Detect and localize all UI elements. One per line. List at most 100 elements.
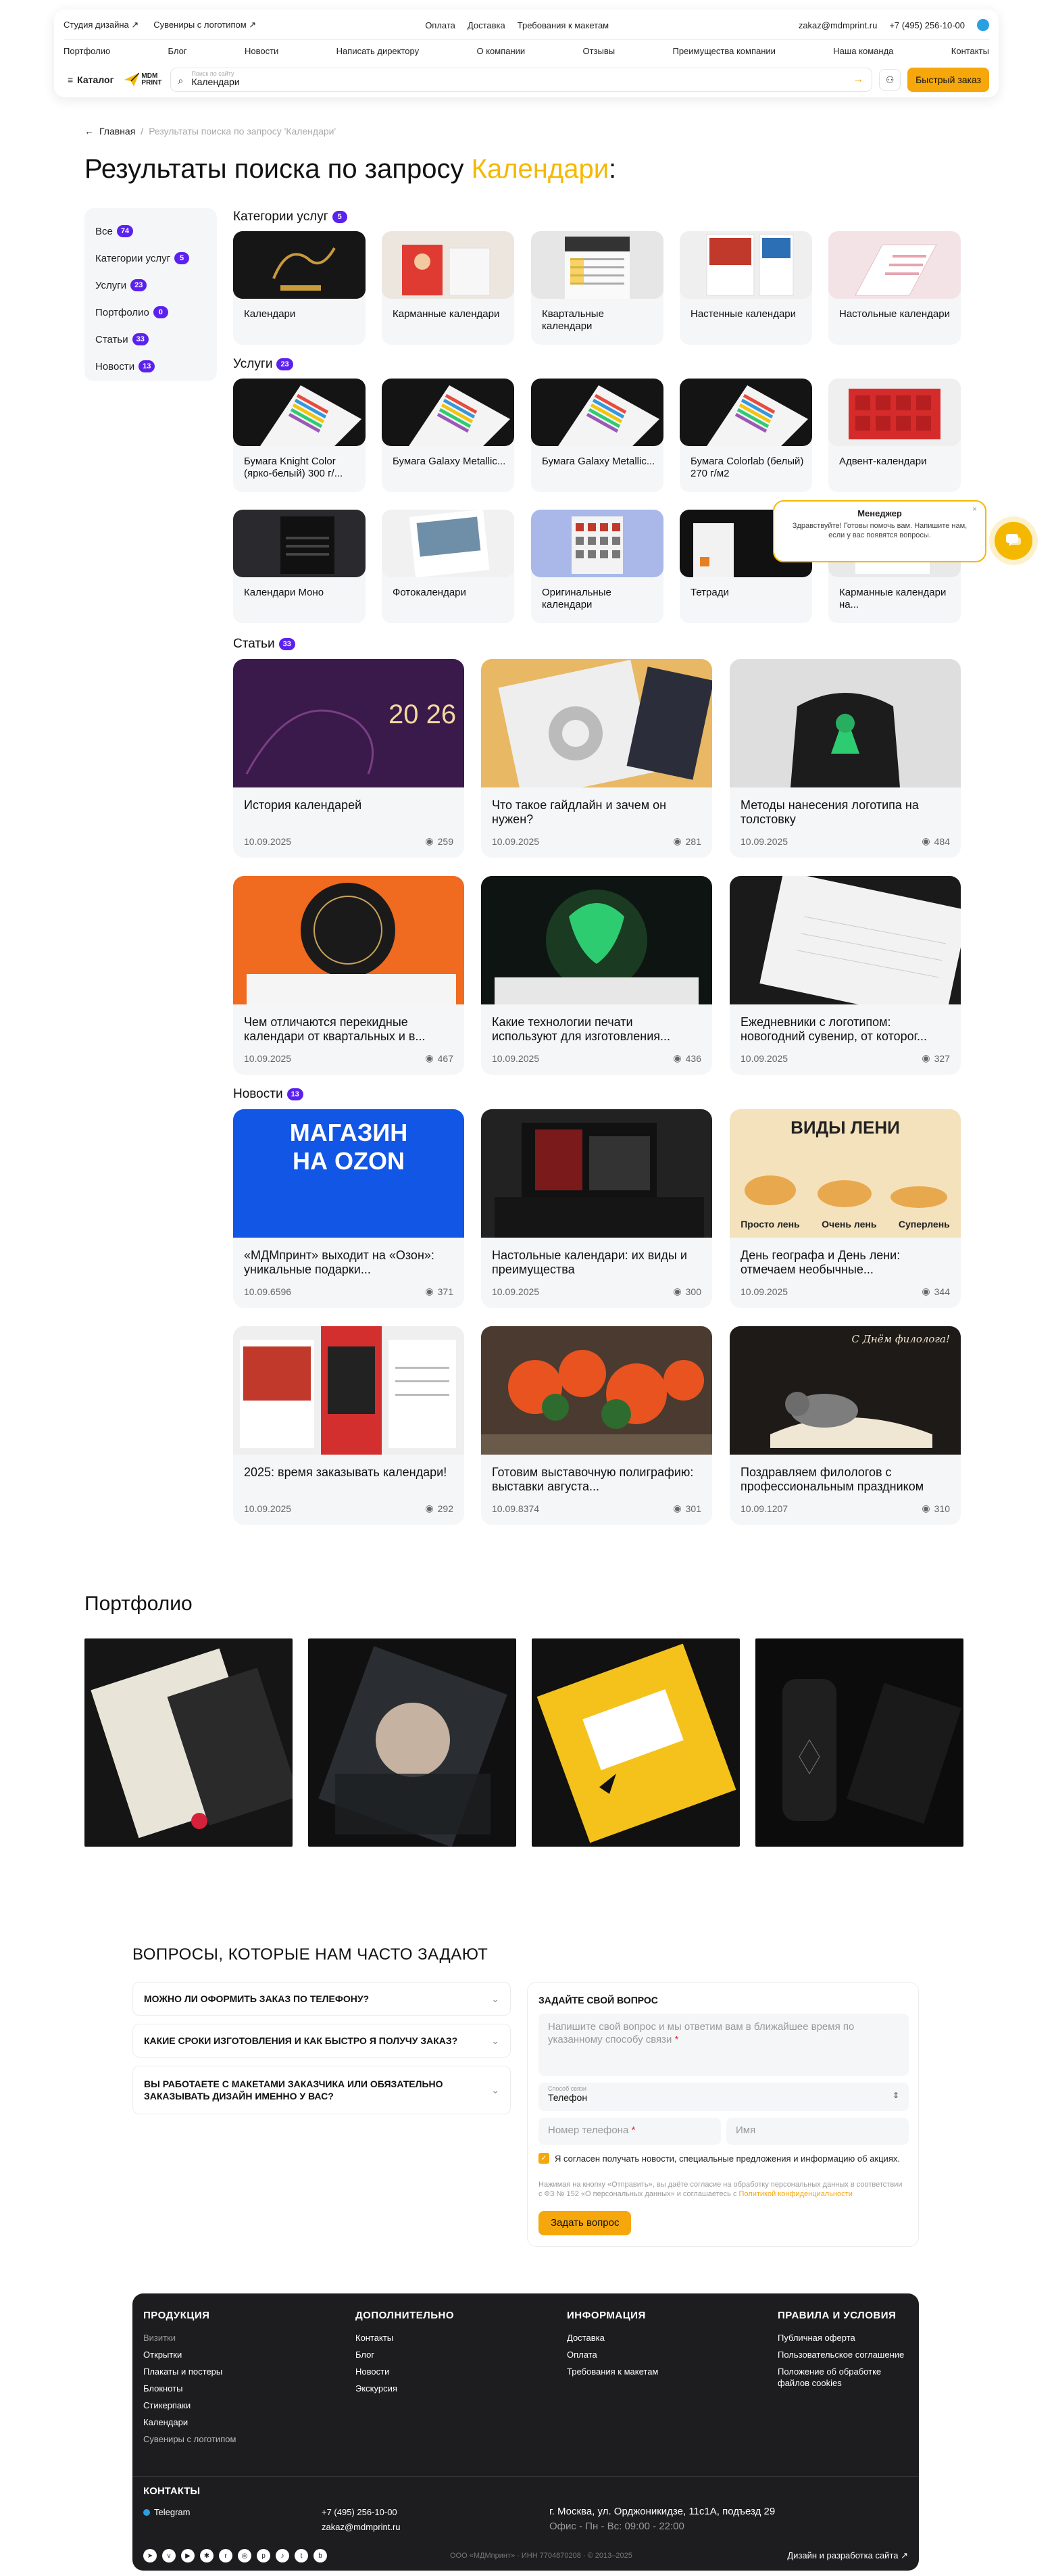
filter-services[interactable]: Услуги 23 [95, 272, 206, 299]
news-card[interactable]: Настольные календари: их виды и преимуще… [481, 1109, 712, 1308]
filter-news[interactable]: Новости 13 [95, 353, 206, 380]
behance-icon[interactable]: b [313, 2549, 327, 2562]
telegram-icon[interactable]: ➤ [143, 2549, 157, 2562]
nav-write-director[interactable]: Написать директору [336, 46, 419, 56]
chat-popup[interactable]: Менеджер Здравствуйте! Готовы помочь вам… [773, 500, 986, 562]
footer-link[interactable]: Блог [355, 2346, 454, 2363]
telegram-contact[interactable]: Telegram [143, 2507, 190, 2517]
nav-advantages[interactable]: Преимущества компании [672, 46, 775, 56]
phone-field[interactable]: Номер телефона * [538, 2118, 721, 2145]
submit-question-button[interactable]: Задать вопрос [538, 2211, 632, 2235]
phone-link[interactable]: +7 (495) 256-10-00 [889, 20, 965, 30]
youtube-icon[interactable]: ▶ [181, 2549, 195, 2562]
service-card[interactable]: Бумага Colorlab (белый) 270 г/м2 [680, 379, 812, 492]
user-icon[interactable]: ⚇ [879, 69, 901, 91]
service-card[interactable]: Бумага Galaxy Metallic... [382, 379, 514, 492]
article-card[interactable]: Какие технологии печати используют для и… [481, 876, 712, 1075]
delivery-link[interactable]: Доставка [468, 20, 505, 30]
portfolio-item[interactable] [308, 1638, 516, 1847]
nav-about[interactable]: О компании [476, 46, 525, 56]
category-card[interactable]: Календари [233, 231, 366, 345]
filter-all[interactable]: Все 74 [95, 218, 206, 245]
search-input[interactable]: Календари [191, 76, 239, 87]
footer-link[interactable]: Стикерпаки [143, 2397, 236, 2414]
news-card[interactable]: 2025: время заказывать календари! 10.09.… [233, 1326, 464, 1525]
footer-link[interactable]: Требования к макетам [567, 2363, 658, 2380]
service-card[interactable]: Бумага Knight Color (ярко-белый) 300 г/.… [233, 379, 366, 492]
nav-portfolio[interactable]: Портфолио [64, 46, 110, 56]
faq-item[interactable]: Вы работаете с макетами заказчика или об… [132, 2066, 511, 2114]
article-card[interactable]: Чем отличаются перекидные календари от к… [233, 876, 464, 1075]
article-card[interactable]: Что такое гайдлайн и зачем он нужен? 10.… [481, 659, 712, 858]
footer-link[interactable]: Оплата [567, 2346, 658, 2363]
pinterest-icon[interactable]: p [257, 2549, 270, 2562]
footer-link[interactable]: Публичная оферта [778, 2329, 913, 2346]
dzen-icon[interactable]: ✱ [200, 2549, 214, 2562]
service-card[interactable]: Календари Моно [233, 510, 366, 623]
telegram-icon[interactable] [977, 19, 989, 31]
filter-articles[interactable]: Статьи 33 [95, 326, 206, 353]
nav-team[interactable]: Наша команда [833, 46, 893, 56]
portfolio-item[interactable] [532, 1638, 740, 1847]
article-card[interactable]: Ежедневники с логотипом: новогодний суве… [730, 876, 961, 1075]
footer-email[interactable]: zakaz@mdmprint.ru [322, 2522, 401, 2532]
footer-phone[interactable]: +7 (495) 256-10-00 [322, 2507, 397, 2517]
site-logo[interactable]: MDM PRINT [124, 70, 164, 89]
footer-link[interactable]: Контакты [355, 2329, 454, 2346]
vk-icon[interactable]: v [162, 2549, 176, 2562]
footer-link[interactable]: Новости [355, 2363, 454, 2380]
portfolio-item[interactable] [84, 1638, 293, 1847]
tiktok-icon[interactable]: ♪ [276, 2549, 289, 2562]
rutube-icon[interactable]: r [219, 2549, 232, 2562]
payment-link[interactable]: Оплата [425, 20, 455, 30]
consent-checkbox[interactable]: ✓ [538, 2153, 549, 2164]
footer-link[interactable]: Открытки [143, 2346, 236, 2363]
news-card[interactable]: ВИДЫ ЛЕНИ Просто лень Очень лень Суперле… [730, 1109, 961, 1308]
question-textarea[interactable]: Напишите свой вопрос и мы ответим вам в … [538, 2014, 909, 2076]
portfolio-item[interactable] [755, 1638, 963, 1847]
email-link[interactable]: zakaz@mdmprint.ru [799, 20, 878, 30]
quick-order-button[interactable]: Быстрый заказ [907, 68, 989, 92]
filter-categories[interactable]: Категории услуг 5 [95, 245, 206, 272]
footer-link[interactable]: Блокноты [143, 2380, 236, 2397]
service-card[interactable]: Бумага Galaxy Metallic... [531, 379, 663, 492]
nav-reviews[interactable]: Отзывы [583, 46, 616, 56]
search-field[interactable]: ⌕ Поиск по сайту Календари → [170, 68, 873, 92]
footer-link[interactable]: Плакаты и постеры [143, 2363, 236, 2380]
footer-link[interactable]: Визитки [143, 2329, 236, 2346]
instagram-icon[interactable]: ◎ [238, 2549, 251, 2562]
footer-link[interactable]: Экскурсия [355, 2380, 454, 2397]
contact-method-select[interactable]: Способ связи Телефон ⇕ [538, 2083, 909, 2111]
nav-news[interactable]: Новости [245, 46, 278, 56]
nav-blog[interactable]: Блог [168, 46, 187, 56]
catalog-button[interactable]: ≡ Каталог [64, 69, 118, 91]
back-arrow-icon[interactable]: ← [84, 126, 94, 137]
name-field[interactable]: Имя [726, 2118, 909, 2145]
footer-link[interactable]: Доставка [567, 2329, 658, 2346]
category-card[interactable]: Квартальные календари [531, 231, 663, 345]
category-card[interactable]: Настенные календари [680, 231, 812, 345]
footer-link[interactable]: Пользовательское соглашение [778, 2346, 913, 2363]
chat-button[interactable] [995, 522, 1032, 560]
tumblr-icon[interactable]: t [295, 2549, 308, 2562]
category-card[interactable]: Настольные календари [828, 231, 961, 345]
news-card[interactable]: МАГАЗИН НА OZON «МДМпринт» выходит на «О… [233, 1109, 464, 1308]
news-card[interactable]: С Днём филолога! Поздравляем филологов с… [730, 1326, 961, 1525]
chat-close-icon[interactable]: × [972, 504, 977, 514]
filter-portfolio[interactable]: Портфолио 0 [95, 299, 206, 326]
service-card[interactable]: Адвент-календари [828, 379, 961, 492]
service-card[interactable]: Фотокалендари [382, 510, 514, 623]
category-card[interactable]: Карманные календари [382, 231, 514, 345]
souvenirs-link[interactable]: Сувениры с логотипом ↗ [153, 20, 256, 30]
faq-item[interactable]: Какие сроки изготовления и как быстро я … [132, 2024, 511, 2058]
article-card[interactable]: 20 26 История календарей 10.09.2025 ◉ 259 [233, 659, 464, 858]
design-studio-link[interactable]: Студия дизайна ↗ [64, 20, 139, 30]
nav-contacts[interactable]: Контакты [951, 46, 989, 56]
footer-link[interactable]: Положение об обработке файлов cookies [778, 2366, 913, 2389]
developer-link[interactable]: Дизайн и разработка сайта ↗ [787, 2550, 908, 2561]
news-card[interactable]: Готовим выставочную полиграфию: выставки… [481, 1326, 712, 1525]
article-card[interactable]: Методы нанесения логотипа на толстовку 1… [730, 659, 961, 858]
footer-link[interactable]: Календари [143, 2414, 236, 2431]
breadcrumb-home[interactable]: Главная [99, 126, 135, 137]
faq-item[interactable]: Можно ли оформить заказ по телефону? ⌄ [132, 1982, 511, 2016]
